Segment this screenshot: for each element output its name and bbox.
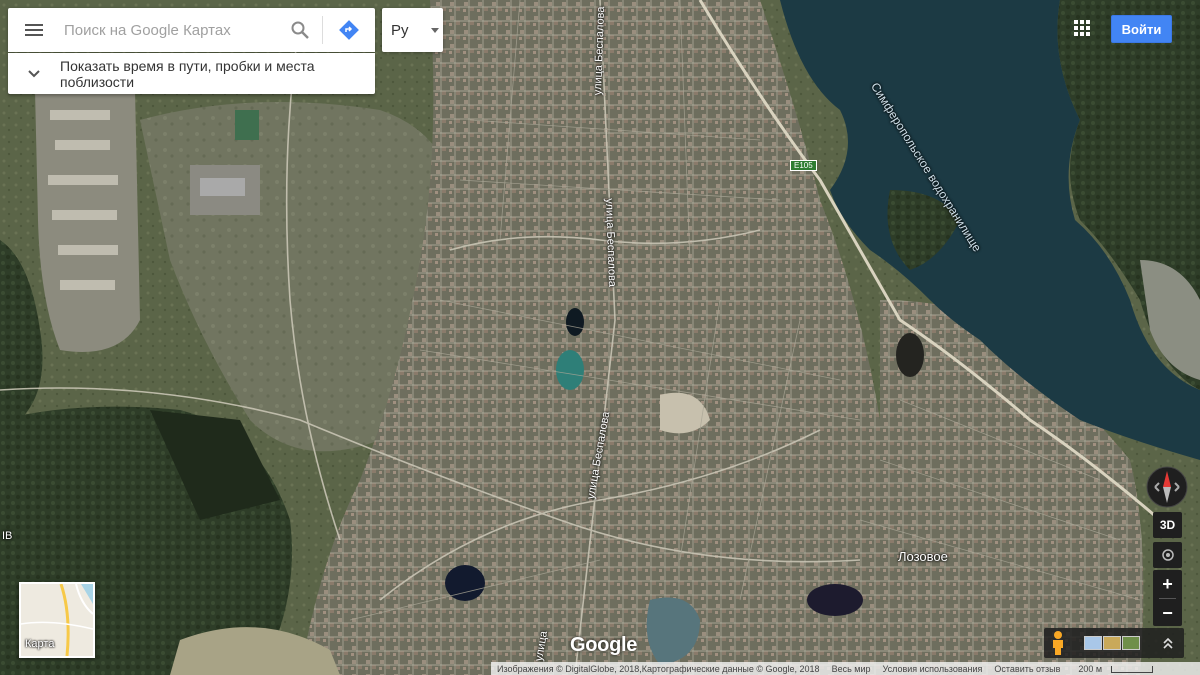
hamburger-menu-icon [25,24,43,36]
terms-link[interactable]: Условия использования [877,664,989,674]
directions-icon [339,20,359,40]
minimap-toggle[interactable]: Карта [19,582,95,658]
search-input[interactable] [60,15,278,45]
language-select[interactable]: Ру [382,8,443,52]
chevron-down-icon [28,69,40,77]
search-button[interactable] [278,8,322,52]
zoom-control: + − [1153,570,1182,626]
world-link[interactable]: Весь мир [826,664,877,674]
imagery-thumb-water[interactable] [1084,636,1102,650]
zoom-in-button[interactable]: + [1153,570,1182,598]
edge-label: IB [2,530,13,542]
directions-button[interactable] [323,8,375,52]
highway-shield: E105 [790,160,817,171]
google-logo: Google [570,634,638,656]
my-location-button[interactable] [1153,542,1182,568]
language-label: Ру [391,21,409,39]
footer-bar: Изображения © DigitalGlobe, 2018,Картогр… [491,662,1200,675]
village-label: Лозовое [898,549,948,564]
imagery-thumb-satellite[interactable] [1122,636,1140,650]
imagery-thumb-terrain[interactable] [1103,636,1121,650]
search-box [8,8,375,52]
expand-button[interactable] [1158,630,1178,656]
compass-icon[interactable] [1145,465,1189,509]
scale-indicator[interactable]: 200 м [1066,664,1159,674]
scale-bar [1111,665,1154,673]
three-d-button[interactable]: 3D [1153,512,1182,538]
scale-label: 200 м [1078,663,1103,674]
signin-button[interactable]: Войти [1111,15,1172,43]
search-icon [291,21,309,39]
caret-down-icon [431,27,439,33]
minimap-label: Карта [25,638,55,650]
menu-button[interactable] [8,8,60,52]
apps-button[interactable] [1068,14,1096,42]
traffic-text: Показать время в пути, пробки и места по… [60,57,315,90]
chevron-up-double-icon [1163,637,1173,649]
satellite-map[interactable] [0,0,1200,675]
pegman-icon[interactable] [1047,630,1069,656]
feedback-link[interactable]: Оставить отзыв [988,664,1066,674]
traffic-panel[interactable]: Показать время в пути, пробки и места по… [8,53,375,94]
attribution-text: Изображения © DigitalGlobe, 2018,Картогр… [497,663,820,674]
zoom-out-button[interactable]: − [1153,599,1182,627]
apps-grid-icon [1074,20,1090,36]
location-target-icon [1161,549,1174,561]
